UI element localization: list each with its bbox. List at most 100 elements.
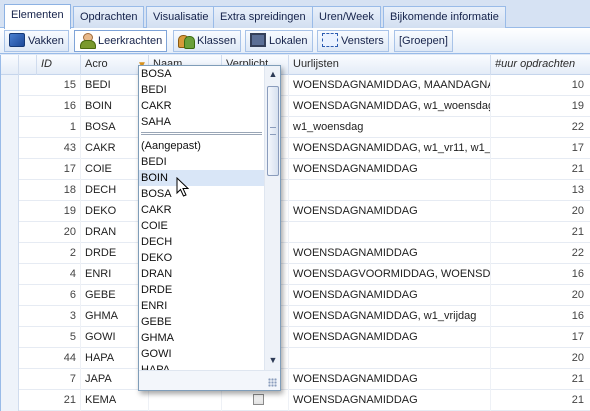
row-selector[interactable]: [1, 180, 19, 201]
row-selector[interactable]: [1, 243, 19, 264]
table-row[interactable]: 17 COIE WOENSDAGNAMIDDAG 21: [1, 159, 590, 180]
cell-uurlijsten: WOENSDAGNAMIDDAG: [289, 159, 491, 180]
subtab-klassen[interactable]: Klassen: [173, 30, 242, 52]
subtab-leerkrachten[interactable]: Leerkrachten: [74, 30, 168, 52]
row-selector[interactable]: [1, 327, 19, 348]
tab-visualisatie[interactable]: Visualisatie: [146, 6, 216, 28]
row-selector[interactable]: [1, 306, 19, 327]
table-row[interactable]: 2 DRDE WOENSDAGNAMIDDAG 22: [1, 243, 590, 264]
scroll-up-icon[interactable]: ▲: [266, 67, 280, 82]
tab-elementen[interactable]: Elementen: [4, 4, 71, 29]
row-selector[interactable]: [1, 96, 19, 117]
verplicht-checkbox[interactable]: [253, 394, 264, 405]
row-selector[interactable]: [1, 159, 19, 180]
cell-uur-opdrachten: 21: [491, 390, 590, 411]
filter-top-item[interactable]: BOSA: [139, 66, 264, 82]
filter-top-item[interactable]: SAHA: [139, 114, 264, 130]
cell-uur-opdrachten: 22: [491, 243, 590, 264]
table-row[interactable]: 7 JAPA WOENSDAGNAMIDDAG 21: [1, 369, 590, 390]
table-row[interactable]: 5 GOWI WOENSDAGNAMIDDAG 17: [1, 327, 590, 348]
filter-item[interactable]: HAPA: [139, 362, 264, 370]
column-header-uur-opdrachten[interactable]: #uur opdrachten: [491, 55, 590, 75]
filter-top-item[interactable]: BEDI: [139, 82, 264, 98]
column-header-id[interactable]: ID: [37, 55, 81, 75]
main-tab-strip: Elementen Opdrachten Visualisatie Extra …: [0, 0, 590, 29]
tab-uren-week[interactable]: Uren/Week: [312, 6, 381, 28]
filter-item[interactable]: CAKR: [139, 202, 264, 218]
table-row[interactable]: 4 ENRI WOENSDAGVOORMIDDAG, WOENSDA 16: [1, 264, 590, 285]
filter-list: BOSA BEDI CAKR SAHA (Aangepast) BEDI BOI…: [139, 66, 264, 370]
table-row[interactable]: 18 DECH 13: [1, 180, 590, 201]
filter-item[interactable]: DECH: [139, 234, 264, 250]
cell-id: 16: [37, 96, 81, 117]
table-row[interactable]: 16 BOIN WOENSDAGNAMIDDAG, w1_woensdag 19: [1, 96, 590, 117]
cell-uurlijsten: WOENSDAGNAMIDDAG: [289, 243, 491, 264]
row-selector[interactable]: [1, 348, 19, 369]
column-header-uurlijsten[interactable]: Uurlijsten: [289, 55, 491, 75]
cell-uurlijsten: [289, 180, 491, 201]
group-icon: [178, 33, 195, 49]
cell-id: 6: [37, 285, 81, 306]
filter-item[interactable]: DRAN: [139, 266, 264, 282]
app-window: Elementen Opdrachten Visualisatie Extra …: [0, 0, 590, 411]
row-selector[interactable]: [1, 201, 19, 222]
row-selector[interactable]: [1, 369, 19, 390]
tab-opdrachten[interactable]: Opdrachten: [73, 6, 145, 28]
table-row[interactable]: 19 DEKO WOENSDAGNAMIDDAG 20: [1, 201, 590, 222]
table-row[interactable]: 44 HAPA 20: [1, 348, 590, 369]
cell-id: 1: [37, 117, 81, 138]
row-selector[interactable]: [1, 222, 19, 243]
subtab-vakken[interactable]: Vakken: [4, 30, 69, 52]
filter-item[interactable]: DRDE: [139, 282, 264, 298]
filter-item[interactable]: COIE: [139, 218, 264, 234]
cell-uurlijsten: w1_woensdag: [289, 117, 491, 138]
cell-id: 7: [37, 369, 81, 390]
filter-scrollbar[interactable]: ▲ ▼: [264, 66, 280, 370]
filter-item[interactable]: BOSA: [139, 186, 264, 202]
cell-uur-opdrachten: 19: [491, 96, 590, 117]
filter-item[interactable]: BEDI: [139, 154, 264, 170]
row-selector[interactable]: [1, 117, 19, 138]
row-selector[interactable]: [1, 75, 19, 96]
filter-item[interactable]: GHMA: [139, 330, 264, 346]
scroll-down-icon[interactable]: ▼: [266, 353, 280, 368]
row-selector[interactable]: [1, 285, 19, 306]
tab-extra-spreidingen[interactable]: Extra spreidingen: [213, 6, 313, 28]
row-selector-header: [1, 55, 19, 75]
subtab-groepen[interactable]: [Groepen]: [394, 30, 453, 52]
cell-id: 3: [37, 306, 81, 327]
cell-uurlijsten: WOENSDAGNAMIDDAG, w1_vr11, w1_: [289, 138, 491, 159]
filter-item[interactable]: GEBE: [139, 314, 264, 330]
room-icon: [250, 33, 266, 47]
mouse-cursor-icon: [176, 177, 190, 197]
subtab-label: Vakken: [28, 35, 64, 47]
subtab-lokalen[interactable]: Lokalen: [245, 30, 313, 52]
filter-item[interactable]: ENRI: [139, 298, 264, 314]
table-row[interactable]: 15 BEDI WOENSDAGNAMIDDAG, MAANDAGNA 10: [1, 75, 590, 96]
table-row[interactable]: 43 CAKR WOENSDAGNAMIDDAG, w1_vr11, w1_ 17: [1, 138, 590, 159]
filter-item[interactable]: DEKO: [139, 250, 264, 266]
cell-uurlijsten: WOENSDAGNAMIDDAG: [289, 390, 491, 411]
cell-id: 19: [37, 201, 81, 222]
table-row[interactable]: 3 GHMA WOENSDAGNAMIDDAG, w1_vrijdag 16: [1, 306, 590, 327]
table-row[interactable]: 6 GEBE WOENSDAGNAMIDDAG 20: [1, 285, 590, 306]
filter-item-hovered[interactable]: BOIN: [139, 170, 264, 186]
cell-id: 5: [37, 327, 81, 348]
filter-item[interactable]: GOWI: [139, 346, 264, 362]
scroll-thumb[interactable]: [267, 86, 279, 176]
subtab-vensters[interactable]: Vensters: [317, 30, 389, 52]
cell-uur-opdrachten: 22: [491, 117, 590, 138]
table-row[interactable]: 1 BOSA w1_woensdag 22: [1, 117, 590, 138]
table-row[interactable]: 20 DRAN 21: [1, 222, 590, 243]
cell-uurlijsten: WOENSDAGNAMIDDAG, MAANDAGNA: [289, 75, 491, 96]
resize-grip-icon[interactable]: [268, 378, 277, 387]
filter-top-item[interactable]: CAKR: [139, 98, 264, 114]
row-selector[interactable]: [1, 264, 19, 285]
row-selector[interactable]: [1, 138, 19, 159]
table-row[interactable]: 21 KEMA WOENSDAGNAMIDDAG 21: [1, 390, 590, 411]
filter-item[interactable]: (Aangepast): [139, 138, 264, 154]
tab-bijkomende-informatie[interactable]: Bijkomende informatie: [383, 6, 506, 28]
cell-id: 21: [37, 390, 81, 411]
row-selector[interactable]: [1, 390, 19, 411]
acro-filter-dropdown[interactable]: BOSA BEDI CAKR SAHA (Aangepast) BEDI BOI…: [138, 65, 281, 391]
